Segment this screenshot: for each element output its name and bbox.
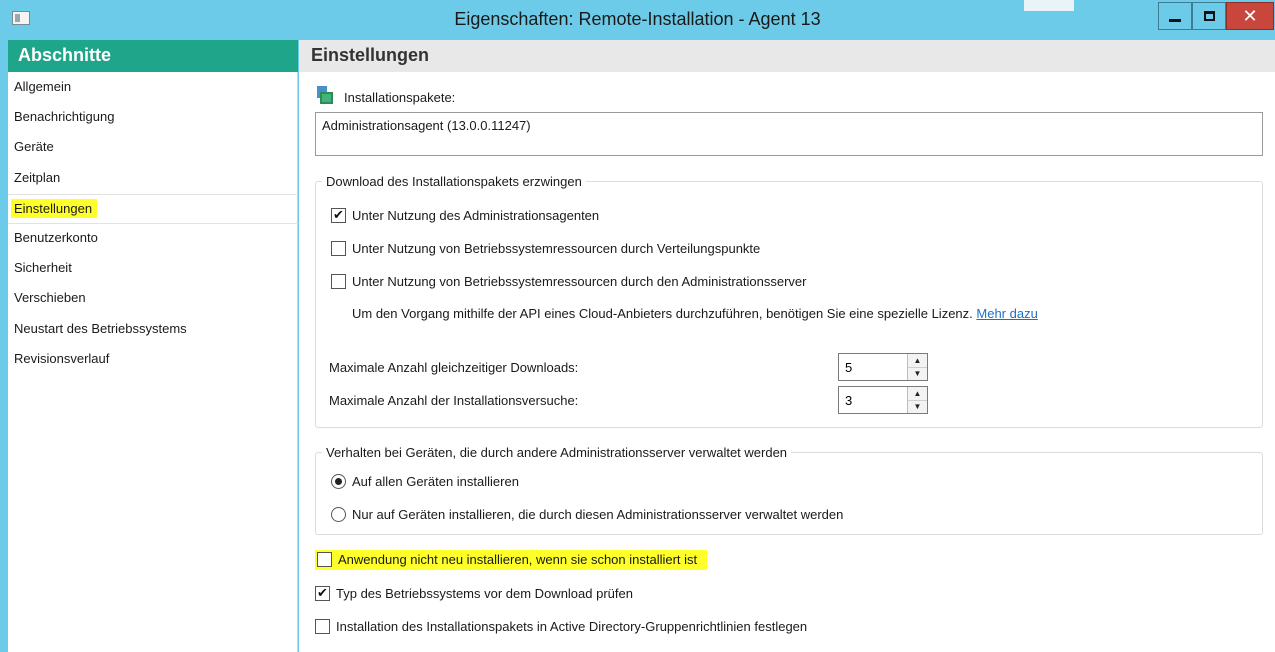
max-downloads-arrows: ▲ ▼ [907, 354, 927, 380]
max-attempts-stepper[interactable]: ▲ ▼ [838, 386, 928, 414]
close-button[interactable]: ✕ [1226, 2, 1274, 30]
more-info-link[interactable]: Mehr dazu [976, 306, 1037, 321]
close-icon: ✕ [1242, 5, 1258, 27]
sidebar-list: Allgemein Benachrichtigung Geräte Zeitpl… [8, 73, 298, 375]
sidebar-item-label: Neustart des Betriebssystems [14, 320, 187, 336]
install-all-radio[interactable] [331, 474, 346, 489]
sidebar-item-label: Allgemein [14, 79, 72, 94]
sidebar-item-label: Benachrichtigung [14, 109, 115, 125]
max-attempts-input[interactable] [839, 387, 907, 413]
package-item[interactable]: Administrationsagent (13.0.0.11247) [322, 118, 531, 133]
installation-package-icon [317, 86, 333, 104]
no-reinstall-checkbox[interactable] [317, 552, 332, 567]
distribution-checkbox[interactable] [331, 241, 346, 256]
no-reinstall-option[interactable]: Anwendung nicht neu installieren, wenn s… [315, 550, 708, 570]
sidebar-item-verschieben[interactable]: Verschieben [8, 284, 298, 314]
max-downloads-stepper[interactable]: ▲ ▼ [838, 353, 928, 381]
download-group-legend: Download des Installationspakets erzwing… [326, 174, 582, 189]
check-os-option[interactable]: ✔ Typ des Betriebssystems vor dem Downlo… [315, 586, 633, 601]
check-os-label: Typ des Betriebssystems vor dem Download… [336, 586, 633, 601]
ad-policy-checkbox[interactable] [315, 619, 330, 634]
agent-option[interactable]: ✔ Unter Nutzung des Administrationsagent… [331, 208, 599, 223]
window-title: Eigenschaften: Remote-Installation - Age… [454, 9, 821, 29]
sidebar-item-benachrichtigung[interactable]: Benachrichtigung [8, 103, 298, 133]
maximize-button[interactable] [1192, 2, 1226, 30]
increment-icon[interactable]: ▲ [908, 354, 927, 368]
minimize-icon [1169, 18, 1181, 22]
maximize-icon [1203, 11, 1215, 21]
sidebar-item-einstellungen[interactable]: Einstellungen [8, 193, 298, 224]
sections-sidebar: Abschnitte Allgemein Benachrichtigung Ge… [8, 40, 298, 652]
sidebar-item-label: Revisionsverlauf [14, 350, 110, 366]
server-option[interactable]: Unter Nutzung von Betriebssystemressourc… [331, 274, 807, 289]
settings-panel: Einstellungen Installationspakete: Admin… [299, 40, 1275, 652]
checkmark-icon: ✔ [317, 586, 328, 601]
decrement-icon[interactable]: ▼ [908, 400, 927, 413]
minimize-button[interactable] [1158, 2, 1192, 30]
max-attempts-arrows: ▲ ▼ [907, 387, 927, 413]
sidebar-item-label: Zeitplan [14, 169, 61, 185]
sidebar-item-label: Verschieben [14, 290, 86, 306]
ad-policy-option[interactable]: Installation des Installationspakets in … [315, 619, 807, 634]
title-bar: Eigenschaften: Remote-Installation - Age… [0, 0, 1275, 40]
sidebar-item-label: Sicherheit [14, 260, 72, 276]
increment-icon[interactable]: ▲ [908, 387, 927, 401]
server-option-label: Unter Nutzung von Betriebssystemressourc… [352, 274, 807, 289]
sidebar-header: Abschnitte [8, 40, 298, 72]
server-checkbox[interactable] [331, 274, 346, 289]
max-downloads-label: Maximale Anzahl gleichzeitiger Downloads… [329, 360, 579, 375]
install-own-option[interactable]: Nur auf Geräten installieren, die durch … [331, 507, 843, 522]
decrement-icon[interactable]: ▼ [908, 367, 927, 380]
agent-option-label: Unter Nutzung des Administrationsagenten [352, 208, 600, 223]
behavior-group-legend: Verhalten bei Geräten, die durch andere … [326, 445, 788, 460]
install-own-radio[interactable] [331, 507, 346, 522]
install-all-label: Auf allen Geräten installieren [352, 474, 519, 489]
max-downloads-input[interactable] [839, 354, 907, 380]
sidebar-item-revisionsverlauf[interactable]: Revisionsverlauf [8, 345, 298, 375]
sidebar-item-allgemein[interactable]: Allgemein [8, 73, 298, 103]
ad-policy-label: Installation des Installationspakets in … [336, 619, 808, 634]
license-note: Um den Vorgang mithilfe der API eines Cl… [352, 306, 1038, 321]
packages-list[interactable]: Administrationsagent (13.0.0.11247) [315, 112, 1263, 156]
window-left-border [0, 40, 8, 652]
sidebar-item-benutzerkonto[interactable]: Benutzerkonto [8, 224, 298, 254]
sidebar-item-sicherheit[interactable]: Sicherheit [8, 254, 298, 284]
no-reinstall-label: Anwendung nicht neu installieren, wenn s… [338, 552, 698, 567]
radio-selected-dot [335, 478, 342, 485]
install-all-option[interactable]: Auf allen Geräten installieren [331, 474, 519, 489]
distribution-option-label: Unter Nutzung von Betriebssystemressourc… [352, 241, 761, 256]
agent-checkbox[interactable]: ✔ [331, 208, 346, 223]
distribution-option[interactable]: Unter Nutzung von Betriebssystemressourc… [331, 241, 760, 256]
max-attempts-label: Maximale Anzahl der Installationsversuch… [329, 393, 579, 408]
title-bar-overlay [1024, 0, 1074, 11]
sidebar-item-label: Benutzerkonto [14, 229, 98, 245]
panel-title: Einstellungen [299, 40, 1275, 72]
packages-label: Installationspakete: [344, 90, 456, 105]
check-os-checkbox[interactable]: ✔ [315, 586, 330, 601]
sidebar-item-geraete[interactable]: Geräte [8, 133, 298, 163]
sidebar-item-neustart[interactable]: Neustart des Betriebssystems [8, 315, 298, 345]
checkmark-icon: ✔ [333, 208, 344, 223]
license-note-text: Um den Vorgang mithilfe der API eines Cl… [352, 306, 973, 321]
sidebar-item-label: Geräte [14, 139, 54, 155]
sidebar-item-label: Einstellungen [11, 198, 98, 218]
install-own-label: Nur auf Geräten installieren, die durch … [352, 507, 844, 522]
sidebar-item-zeitplan[interactable]: Zeitplan [8, 164, 298, 194]
